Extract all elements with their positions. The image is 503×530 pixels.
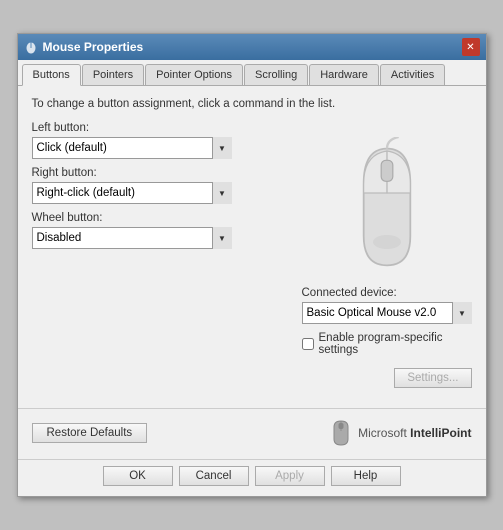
- mouse-properties-window: Mouse Properties ✕ Buttons Pointers Poin…: [17, 33, 487, 497]
- close-button[interactable]: ✕: [462, 38, 480, 56]
- brand-mouse-icon: [330, 419, 352, 447]
- mouse-illustration: [337, 137, 437, 277]
- tab-hardware[interactable]: Hardware: [309, 64, 379, 85]
- connected-device-label: Connected device:: [302, 287, 397, 299]
- wheel-button-select-wrapper: Disabled ▼: [32, 227, 232, 249]
- panel-right: Connected device: Basic Optical Mouse v2…: [302, 122, 472, 388]
- tab-scrolling[interactable]: Scrolling: [244, 64, 308, 85]
- window-title: Mouse Properties: [43, 40, 144, 54]
- help-button[interactable]: Help: [331, 466, 401, 486]
- left-button-label: Left button:: [32, 122, 292, 134]
- mouse-image: [322, 127, 452, 287]
- title-bar: Mouse Properties ✕: [18, 34, 486, 60]
- connected-device-section: Connected device: Basic Optical Mouse v2…: [302, 287, 472, 388]
- restore-defaults-button[interactable]: Restore Defaults: [32, 423, 148, 443]
- settings-button[interactable]: Settings...: [394, 368, 471, 388]
- wheel-button-group: Wheel button: Disabled ▼: [32, 212, 292, 249]
- brand-section: Microsoft IntelliPoint: [330, 419, 471, 447]
- panel-main: Left button: Click (default) ▼ Right but…: [32, 122, 472, 388]
- instructions-text: To change a button assignment, click a c…: [32, 98, 472, 110]
- left-button-group: Left button: Click (default) ▼: [32, 122, 292, 159]
- right-button-select[interactable]: Right-click (default): [32, 182, 232, 204]
- right-button-label: Right button:: [32, 167, 292, 179]
- bottom-section: Restore Defaults Microsoft IntelliPoint: [18, 408, 486, 459]
- panel-left: Left button: Click (default) ▼ Right but…: [32, 122, 292, 388]
- tabs-bar: Buttons Pointers Pointer Options Scrolli…: [18, 60, 486, 86]
- right-button-group: Right button: Right-click (default) ▼: [32, 167, 292, 204]
- tab-buttons[interactable]: Buttons: [22, 64, 81, 86]
- apply-button[interactable]: Apply: [255, 466, 325, 486]
- cancel-button[interactable]: Cancel: [179, 466, 249, 486]
- settings-button-row: Settings...: [302, 368, 472, 388]
- program-specific-checkbox-row: Enable program-specific settings: [302, 332, 472, 356]
- wheel-button-label: Wheel button:: [32, 212, 292, 224]
- tab-content: To change a button assignment, click a c…: [18, 86, 486, 400]
- title-bar-left: Mouse Properties: [24, 40, 144, 54]
- brand-text: Microsoft IntelliPoint: [358, 426, 471, 440]
- program-specific-label: Enable program-specific settings: [319, 332, 472, 356]
- tab-pointers[interactable]: Pointers: [82, 64, 144, 85]
- left-button-select[interactable]: Click (default): [32, 137, 232, 159]
- tab-pointer-options[interactable]: Pointer Options: [145, 64, 243, 85]
- footer-buttons: OK Cancel Apply Help: [18, 459, 486, 496]
- right-button-select-wrapper: Right-click (default) ▼: [32, 182, 232, 204]
- ok-button[interactable]: OK: [103, 466, 173, 486]
- left-button-select-wrapper: Click (default) ▼: [32, 137, 232, 159]
- tab-activities[interactable]: Activities: [380, 64, 445, 85]
- wheel-button-select[interactable]: Disabled: [32, 227, 232, 249]
- connected-device-select-wrapper: Basic Optical Mouse v2.0 ▼: [302, 302, 472, 324]
- window-icon: [24, 40, 38, 54]
- program-specific-checkbox[interactable]: [302, 338, 314, 350]
- connected-device-select[interactable]: Basic Optical Mouse v2.0: [302, 302, 472, 324]
